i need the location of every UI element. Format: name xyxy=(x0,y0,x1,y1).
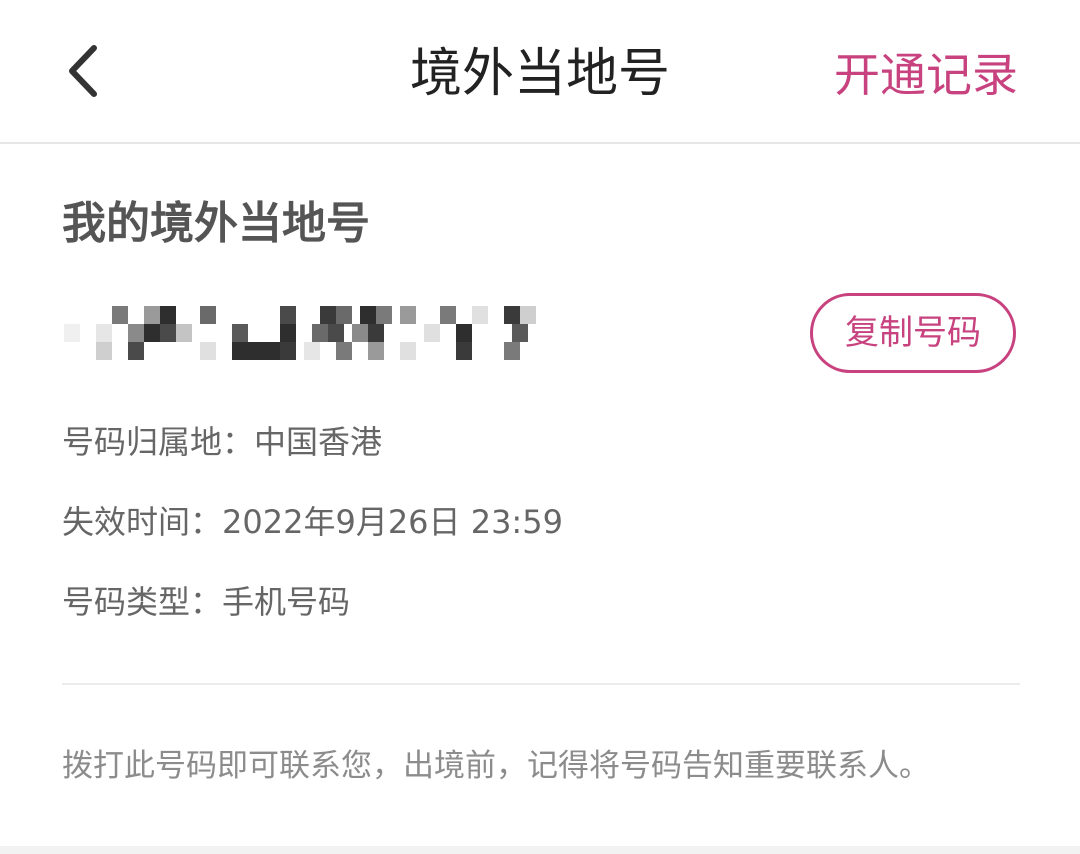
info-row-type: 号码类型：手机号码 xyxy=(62,578,350,626)
info-value-expiry: 2022年9月26日 23:59 xyxy=(222,503,563,541)
info-row-location: 号码归属地：中国香港 xyxy=(62,418,382,466)
activation-records-link[interactable]: 开通记录 xyxy=(834,42,1018,108)
info-label-expiry: 失效时间： xyxy=(62,503,223,541)
info-label-type: 号码类型： xyxy=(62,583,223,621)
info-row-expiry: 失效时间：2022年9月26日 23:59 xyxy=(62,498,563,546)
info-value-location: 中国香港 xyxy=(254,423,383,461)
chevron-left-icon xyxy=(69,45,97,97)
notice-text: 拨打此号码即可联系您，出境前，记得将号码告知重要联系人。 xyxy=(62,748,930,784)
header-bar: 境外当地号 开通记录 xyxy=(0,0,1080,144)
screen: 境外当地号 开通记录 我的境外当地号 复制号码 号码归属地：中国香港 失效时间：… xyxy=(0,0,1080,854)
copy-number-button[interactable]: 复制号码 xyxy=(810,293,1016,373)
back-button[interactable] xyxy=(62,40,112,102)
info-label-location: 号码归属地： xyxy=(62,423,255,461)
divider xyxy=(62,683,1020,685)
bottom-separator xyxy=(0,846,1080,854)
redacted-phone-number xyxy=(64,306,536,360)
info-value-type: 手机号码 xyxy=(222,583,351,621)
section-title: 我的境外当地号 xyxy=(62,198,370,249)
